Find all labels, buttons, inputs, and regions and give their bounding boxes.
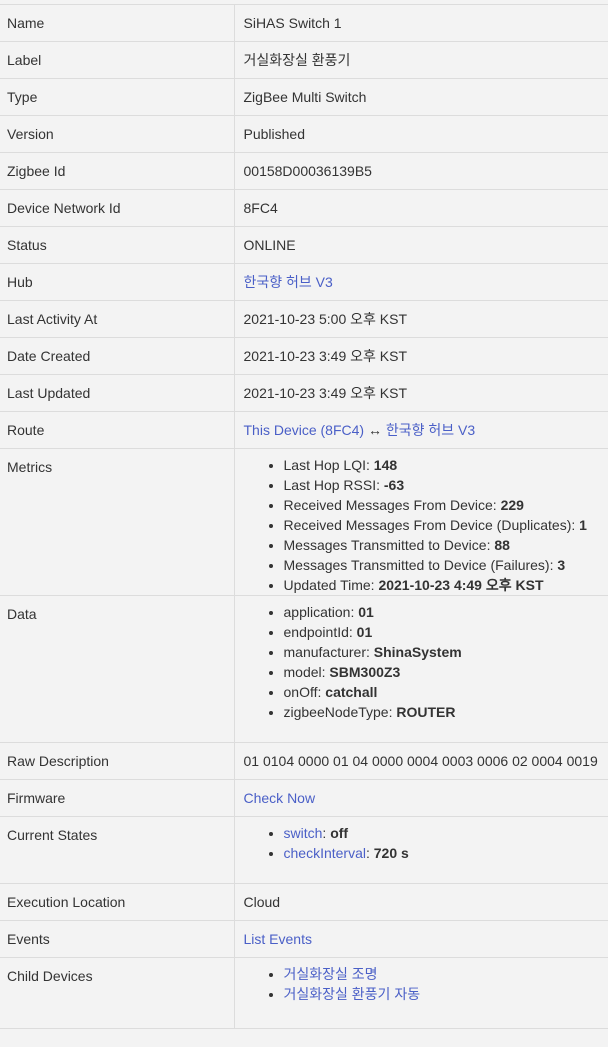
- data-list: application: 01 endpointId: 01 manufactu…: [244, 602, 608, 722]
- metrics-list: Last Hop LQI: 148 Last Hop RSSI: -63 Rec…: [244, 455, 608, 595]
- child-device-link[interactable]: 거실화장실 조명: [284, 966, 378, 982]
- row-key: Metrics: [7, 449, 234, 477]
- device-details-table: Name SiHAS Switch 1 Label 거실화장실 환풍기 Type…: [0, 4, 608, 1029]
- row-key: Device Network Id: [7, 190, 234, 218]
- row-key: Zigbee Id: [7, 153, 234, 181]
- row-route: Route This Device (8FC4) ↔ 한국향 허브 V3: [0, 412, 608, 449]
- row-last-updated: Last Updated 2021-10-23 3:49 오후 KST: [0, 375, 608, 412]
- row-metrics: Metrics Last Hop LQI: 148 Last Hop RSSI:…: [0, 449, 608, 596]
- list-item: 거실화장실 조명: [284, 964, 608, 984]
- row-key: Route: [7, 412, 234, 440]
- child-devices-list: 거실화장실 조명 거실화장실 환풍기 자동: [244, 964, 608, 1004]
- row-events: Events List Events: [0, 921, 608, 958]
- switch-attribute-link[interactable]: switch: [284, 825, 323, 841]
- row-key: Execution Location: [7, 884, 234, 912]
- list-item: model: SBM300Z3: [284, 662, 608, 682]
- list-item: Received Messages From Device (Duplicate…: [284, 515, 608, 535]
- row-key: Last Updated: [7, 375, 234, 403]
- version-value: Published: [244, 116, 608, 144]
- row-key: Type: [7, 79, 234, 107]
- row-status: Status ONLINE: [0, 227, 608, 264]
- check-interval-attribute-link[interactable]: checkInterval: [284, 845, 366, 861]
- row-execution-location: Execution Location Cloud: [0, 884, 608, 921]
- list-item: zigbeeNodeType: ROUTER: [284, 702, 608, 722]
- list-item: switch: off: [284, 823, 608, 843]
- route-device-link[interactable]: This Device (8FC4): [244, 422, 365, 438]
- network-id-value: 8FC4: [244, 190, 608, 218]
- row-key: Events: [7, 921, 234, 949]
- row-type: Type ZigBee Multi Switch: [0, 79, 608, 116]
- row-key: Date Created: [7, 338, 234, 366]
- row-child-devices: Child Devices 거실화장실 조명 거실화장실 환풍기 자동: [0, 958, 608, 1029]
- list-item: Last Hop LQI: 148: [284, 455, 608, 475]
- row-date-created: Date Created 2021-10-23 3:49 오후 KST: [0, 338, 608, 375]
- device-label-value: 거실화장실 환풍기: [244, 42, 608, 70]
- row-last-activity: Last Activity At 2021-10-23 5:00 오후 KST: [0, 301, 608, 338]
- zigbee-id-value: 00158D00036139B5: [244, 153, 608, 181]
- list-item: Received Messages From Device: 229: [284, 495, 608, 515]
- list-item: application: 01: [284, 602, 608, 622]
- device-type-value: ZigBee Multi Switch: [244, 79, 608, 107]
- list-item: Messages Transmitted to Device: 88: [284, 535, 608, 555]
- list-item: checkInterval: 720 s: [284, 843, 608, 863]
- status-value: ONLINE: [244, 227, 608, 255]
- row-raw-description: Raw Description 01 0104 0000 01 04 0000 …: [0, 743, 608, 780]
- row-key: Child Devices: [7, 958, 234, 986]
- row-firmware: Firmware Check Now: [0, 780, 608, 817]
- list-item: Updated Time: 2021-10-23 4:49 오후 KST: [284, 575, 608, 595]
- hub-link[interactable]: 한국향 허브 V3: [244, 274, 333, 290]
- row-hub: Hub 한국향 허브 V3: [0, 264, 608, 301]
- row-key: Data: [7, 596, 234, 624]
- list-item: 거실화장실 환풍기 자동: [284, 984, 608, 1004]
- row-version: Version Published: [0, 116, 608, 153]
- row-key: Hub: [7, 264, 234, 292]
- execution-location-value: Cloud: [244, 884, 608, 912]
- raw-description-value: 01 0104 0000 01 04 0000 0004 0003 0006 0…: [244, 743, 608, 771]
- row-key: Firmware: [7, 780, 234, 808]
- check-now-link[interactable]: Check Now: [244, 790, 316, 806]
- list-item: Last Hop RSSI: -63: [284, 475, 608, 495]
- list-item: onOff: catchall: [284, 682, 608, 702]
- row-key: Raw Description: [7, 743, 234, 771]
- row-key: Current States: [7, 817, 234, 845]
- row-name: Name SiHAS Switch 1: [0, 5, 608, 42]
- row-key: Version: [7, 116, 234, 144]
- list-item: endpointId: 01: [284, 622, 608, 642]
- route-arrow: ↔: [364, 422, 386, 438]
- row-current-states: Current States switch: off checkInterval…: [0, 817, 608, 884]
- row-key: Label: [7, 42, 234, 70]
- last-activity-value: 2021-10-23 5:00 오후 KST: [244, 301, 608, 329]
- date-created-value: 2021-10-23 3:49 오후 KST: [244, 338, 608, 366]
- list-events-link[interactable]: List Events: [244, 931, 312, 947]
- row-label: Label 거실화장실 환풍기: [0, 42, 608, 79]
- row-key: Last Activity At: [7, 301, 234, 329]
- row-data: Data application: 01 endpointId: 01 manu…: [0, 596, 608, 743]
- current-states-list: switch: off checkInterval: 720 s: [244, 823, 608, 863]
- list-item: manufacturer: ShinaSystem: [284, 642, 608, 662]
- list-item: Messages Transmitted to Device (Failures…: [284, 555, 608, 575]
- row-key: Name: [7, 5, 234, 33]
- child-device-link[interactable]: 거실화장실 환풍기 자동: [284, 986, 421, 1002]
- device-name-value: SiHAS Switch 1: [244, 5, 608, 33]
- last-updated-value: 2021-10-23 3:49 오후 KST: [244, 375, 608, 403]
- row-network-id: Device Network Id 8FC4: [0, 190, 608, 227]
- row-zigbee-id: Zigbee Id 00158D00036139B5: [0, 153, 608, 190]
- row-key: Status: [7, 227, 234, 255]
- route-hub-link[interactable]: 한국향 허브 V3: [386, 422, 475, 438]
